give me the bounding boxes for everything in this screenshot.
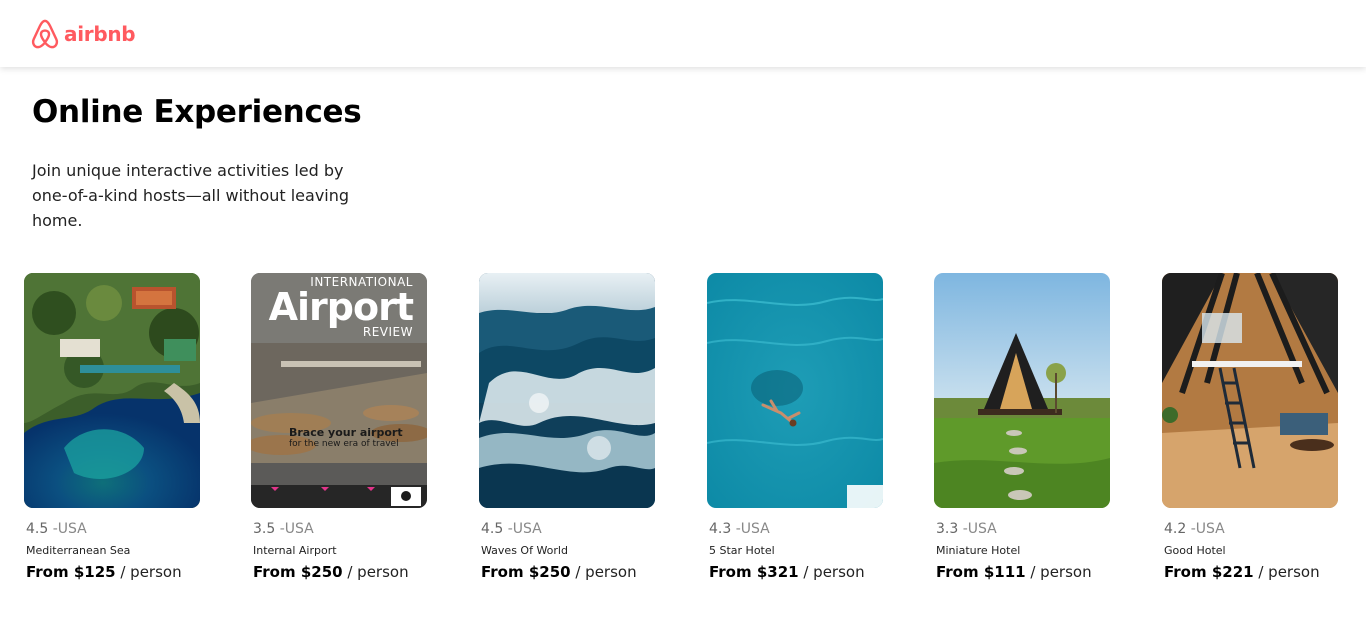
card-price: From $321 / person (709, 563, 883, 581)
card-title: Mediterranean Sea (26, 544, 131, 557)
price-amount: From $125 (26, 563, 116, 581)
card-rating: 4.3 -USA (709, 521, 883, 537)
experience-card[interactable]: 3.3 -USA Miniature Hotel From $111 / per… (934, 273, 1110, 581)
price-amount: From $321 (709, 563, 799, 581)
card-rating: 3.3 -USA (936, 521, 1110, 537)
page-title: Online Experiences (32, 94, 362, 130)
rating-country: -USA (52, 521, 87, 537)
rating-value: 3.3 (936, 521, 959, 537)
aerial-coast-photo (24, 273, 200, 508)
a-frame-cabin-photo (934, 273, 1110, 508)
rating-value: 4.5 (26, 521, 49, 537)
card-title: 5 Star Hotel (709, 544, 775, 557)
airbnb-belo-icon (31, 19, 59, 48)
hero-description: Join unique interactive activities led b… (32, 161, 350, 230)
card-rating: 3.5 -USA (253, 521, 427, 537)
card-title: Good Hotel (1164, 544, 1226, 557)
card-price: From $250 / person (253, 563, 427, 581)
rating-country: -USA (279, 521, 314, 537)
magazine-masthead: INTERNATIONAL Airport REVIEW (251, 275, 427, 339)
price-unit: / person (1253, 563, 1320, 581)
hero-section: Online Experiences Join unique interacti… (32, 92, 372, 233)
magazine-subhead-text: for the new era of travel (289, 439, 399, 449)
card-title: Internal Airport (253, 544, 337, 557)
magazine-headline-text: Brace your airport (289, 426, 403, 439)
experience-card[interactable]: 4.2 -USA Good Hotel From $221 / person (1162, 273, 1338, 581)
experience-card[interactable]: 4.5 -USA Mediterranean Sea From $125 / p… (24, 273, 200, 581)
price-unit: / person (115, 563, 182, 581)
card-title: Waves Of World (481, 544, 568, 557)
price-amount: From $111 (936, 563, 1026, 581)
card-rating: 4.5 -USA (481, 521, 655, 537)
magazine-headline: Brace your airport for the new era of tr… (289, 426, 403, 449)
rating-value: 4.3 (709, 521, 732, 537)
experience-card[interactable]: INTERNATIONAL Airport REVIEW Brace your … (251, 273, 427, 581)
swimmer-pool-photo (707, 273, 883, 508)
card-price: From $250 / person (481, 563, 655, 581)
navbar: airbnb (0, 0, 1366, 67)
brand-name: airbnb (64, 21, 136, 46)
card-price: From $125 / person (26, 563, 200, 581)
card-price: From $221 / person (1164, 563, 1338, 581)
a-frame-interior-photo (1162, 273, 1338, 508)
price-unit: / person (798, 563, 865, 581)
price-amount: From $221 (1164, 563, 1254, 581)
price-unit: / person (1025, 563, 1092, 581)
price-amount: From $250 (253, 563, 343, 581)
airport-magazine-cover: INTERNATIONAL Airport REVIEW Brace your … (251, 273, 427, 508)
card-price: From $111 / person (936, 563, 1110, 581)
experience-cards: 4.5 -USA Mediterranean Sea From $125 / p… (24, 273, 1344, 603)
airbnb-logo[interactable]: airbnb (30, 18, 136, 50)
magazine-main: Airport (268, 285, 414, 329)
rating-value: 4.2 (1164, 521, 1187, 537)
card-rating: 4.5 -USA (26, 521, 200, 537)
price-amount: From $250 (481, 563, 571, 581)
rating-value: 3.5 (253, 521, 276, 537)
card-rating: 4.2 -USA (1164, 521, 1338, 537)
rating-country: -USA (507, 521, 542, 537)
card-title: Miniature Hotel (936, 544, 1021, 557)
experience-card[interactable]: 4.3 -USA 5 Star Hotel From $321 / person (707, 273, 883, 581)
price-unit: / person (570, 563, 637, 581)
rating-country: -USA (735, 521, 770, 537)
ocean-waves-photo (479, 273, 655, 508)
experience-card[interactable]: 4.5 -USA Waves Of World From $250 / pers… (479, 273, 655, 581)
rating-country: -USA (1190, 521, 1225, 537)
rating-country: -USA (962, 521, 997, 537)
rating-value: 4.5 (481, 521, 504, 537)
price-unit: / person (342, 563, 409, 581)
